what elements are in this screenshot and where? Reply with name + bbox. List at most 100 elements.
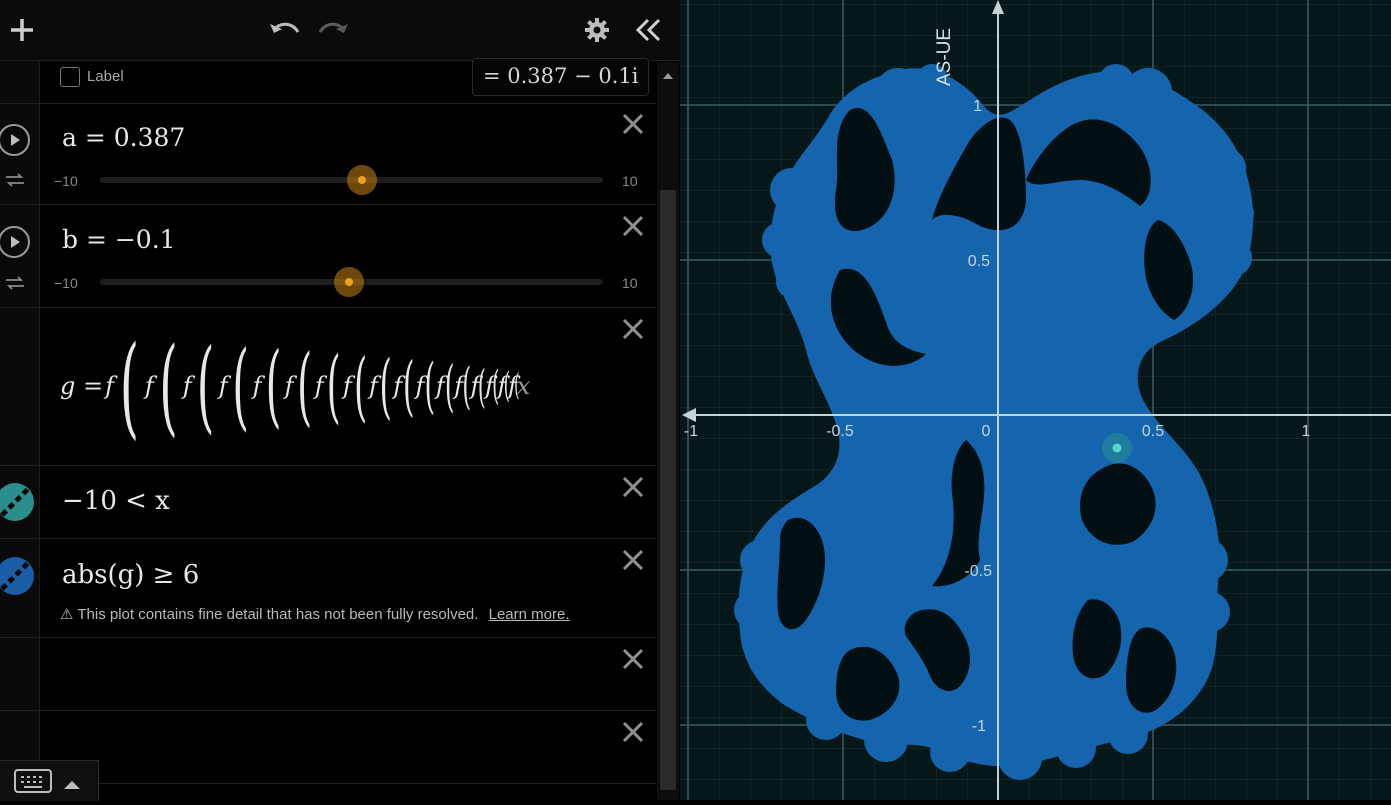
expression-row-inequality-2[interactable]: abs(g) ≥ 6 ⚠ This plot contains fine det… <box>0 539 656 638</box>
settings-button[interactable] <box>579 12 615 48</box>
open-paren: ( <box>424 351 436 421</box>
inequality-1-expression[interactable]: −10 < x <box>62 486 170 516</box>
function-f: f <box>182 372 192 400</box>
expression-row-inequality-1[interactable]: −10 < x <box>0 466 656 539</box>
expression-toolbar <box>0 0 680 61</box>
label-text: Label <box>87 68 124 85</box>
graph-canvas[interactable]: -1 -0.5 0 0.5 1 1 0.5 -0.5 -1 AS-UE <box>680 0 1391 800</box>
axis-watermark-text: AS-UE <box>934 28 955 86</box>
x-tick-label: -0.5 <box>826 423 854 440</box>
gear-icon <box>585 18 609 42</box>
open-paren: ( <box>231 330 249 441</box>
collapse-list-button[interactable] <box>630 12 666 48</box>
play-icon <box>11 134 20 146</box>
warning-text: This plot contains fine detail that has … <box>77 606 479 623</box>
redo-icon <box>318 22 348 33</box>
keyboard-icon <box>14 769 52 793</box>
empty-expression-row[interactable] <box>0 638 656 711</box>
inequality-2-expression[interactable]: abs(g) ≥ 6 <box>62 560 199 590</box>
function-f: f <box>415 372 425 400</box>
y-tick-label: 0.5 <box>968 253 990 270</box>
slider-a-handle[interactable] <box>347 165 377 195</box>
open-paren: ( <box>159 330 178 442</box>
open-paren: ( <box>403 348 415 424</box>
slider-a-expression[interactable]: a = 0.387 <box>62 123 185 152</box>
slider-b-min[interactable]: −10 <box>54 275 78 291</box>
slider-a-max[interactable]: 10 <box>622 173 638 189</box>
graph-svg[interactable]: -1 -0.5 0 0.5 1 1 0.5 -0.5 -1 AS-UE <box>680 0 1391 800</box>
open-paren: ( <box>296 336 312 436</box>
x-tick-label: 0 <box>982 423 991 440</box>
slider-a-min[interactable]: −10 <box>54 173 78 189</box>
function-f: f <box>435 372 445 400</box>
function-f: f <box>369 372 378 400</box>
label-checkbox[interactable] <box>60 67 80 87</box>
point-dot[interactable] <box>1112 443 1122 453</box>
open-paren: ( <box>478 359 487 413</box>
open-paren: ( <box>504 365 511 406</box>
open-paren: ( <box>265 333 282 438</box>
slider-row-a[interactable]: a = 0.387 −10 10 <box>0 103 656 205</box>
expression-row-g[interactable]: g = f(f(f(f(f(f(f(f(f(f(f(f(f(f(f(f(f(x <box>0 308 656 466</box>
function-f: f <box>218 372 228 400</box>
undo-icon <box>270 22 300 33</box>
slider-row-b[interactable]: b = −0.1 −10 10 <box>0 205 656 308</box>
loop-icon[interactable] <box>4 275 26 291</box>
open-paren: ( <box>514 368 520 403</box>
delete-expression-icon[interactable] <box>620 111 646 137</box>
undo-button[interactable] <box>266 12 302 48</box>
redo-button[interactable] <box>316 12 352 48</box>
keyboard-toggle-button[interactable] <box>0 760 99 801</box>
function-f: f <box>144 372 154 400</box>
slider-b-expression[interactable]: b = −0.1 <box>62 225 176 254</box>
open-paren: ( <box>462 357 472 415</box>
delete-expression-icon[interactable] <box>620 474 646 500</box>
add-expression-button[interactable] <box>4 12 40 48</box>
delete-expression-icon[interactable] <box>620 213 646 239</box>
g-lhs: g = <box>60 372 104 400</box>
x-tick-label: 1 <box>1302 423 1311 440</box>
open-paren: ( <box>492 363 500 409</box>
point-value-box: = 0.387 − 0.1i <box>472 58 649 96</box>
open-paren: ( <box>444 353 455 418</box>
scroll-up-icon[interactable] <box>657 66 679 86</box>
y-tick-label: -1 <box>972 718 986 735</box>
double-chevron-left-icon <box>635 18 661 42</box>
delete-expression-icon[interactable] <box>620 719 646 745</box>
chevron-up-icon <box>64 781 80 789</box>
fine-detail-warning: ⚠ This plot contains fine detail that ha… <box>60 605 569 623</box>
function-f: f <box>284 372 294 400</box>
function-f: f <box>105 372 114 400</box>
function-f: f <box>393 372 403 400</box>
delete-expression-icon[interactable] <box>620 646 646 672</box>
expression-scrollbar[interactable] <box>657 62 679 800</box>
play-icon <box>11 236 20 248</box>
nested-function-expression[interactable]: g = f(f(f(f(f(f(f(f(f(f(f(f(f(f(f(f(f(x <box>60 330 605 442</box>
open-paren: ( <box>353 341 367 430</box>
plus-icon <box>11 19 33 41</box>
slider-b-handle[interactable] <box>334 267 364 297</box>
x-tick-label: 0.5 <box>1142 423 1164 440</box>
y-tick-label: 1 <box>973 98 982 115</box>
warning-icon: ⚠ <box>60 606 74 623</box>
open-paren: ( <box>326 339 341 432</box>
loop-icon[interactable] <box>4 172 26 188</box>
open-paren: ( <box>379 345 392 427</box>
y-tick-label: -0.5 <box>964 563 992 580</box>
open-paren: ( <box>196 330 214 442</box>
learn-more-link[interactable]: Learn more. <box>489 606 570 623</box>
expression-color-icon[interactable] <box>0 557 34 595</box>
slider-b-max[interactable]: 10 <box>622 275 638 291</box>
point-expression-row[interactable]: Label = 0.387 − 0.1i <box>0 58 656 104</box>
play-slider-a-button[interactable] <box>0 124 30 156</box>
point-value: = 0.387 − 0.1i <box>483 64 639 88</box>
scrollbar-thumb[interactable] <box>660 190 676 790</box>
expression-panel: Label = 0.387 − 0.1i a = 0.387 −10 10 b … <box>0 0 680 801</box>
delete-expression-icon[interactable] <box>620 547 646 573</box>
open-paren: ( <box>119 330 140 442</box>
play-slider-b-button[interactable] <box>0 226 30 258</box>
function-f: f <box>342 372 352 400</box>
delete-expression-icon[interactable] <box>620 316 646 342</box>
function-f: f <box>314 372 324 400</box>
expression-color-icon[interactable] <box>0 483 34 521</box>
